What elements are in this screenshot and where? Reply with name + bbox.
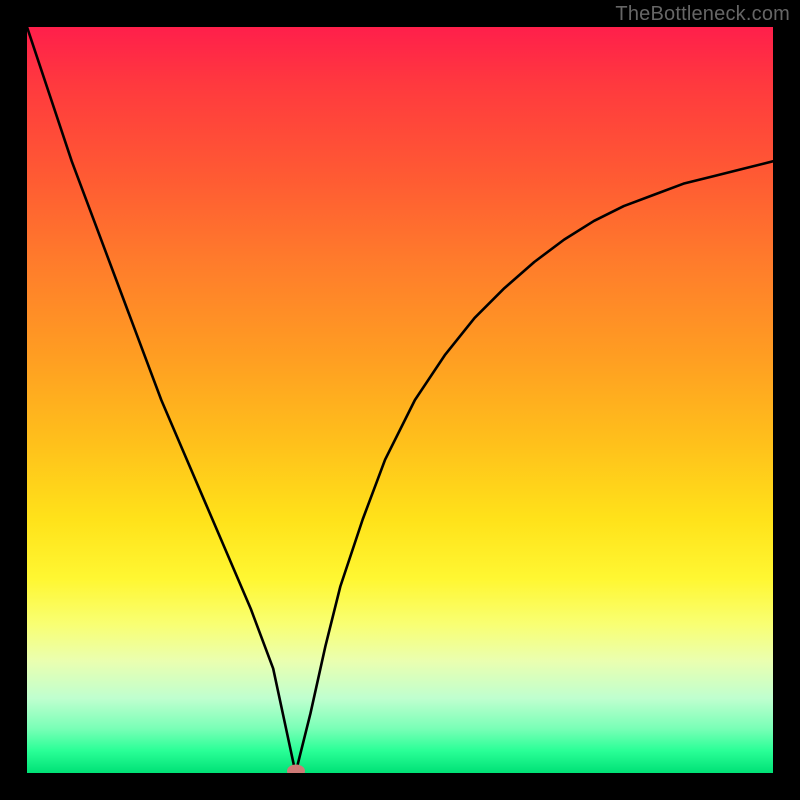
curve-layer [27,27,773,773]
attribution-text: TheBottleneck.com [615,3,790,26]
plot-area [27,27,773,773]
optimal-point-marker [287,765,305,774]
chart-stage: TheBottleneck.com [0,0,800,800]
bottleneck-curve [27,27,773,773]
